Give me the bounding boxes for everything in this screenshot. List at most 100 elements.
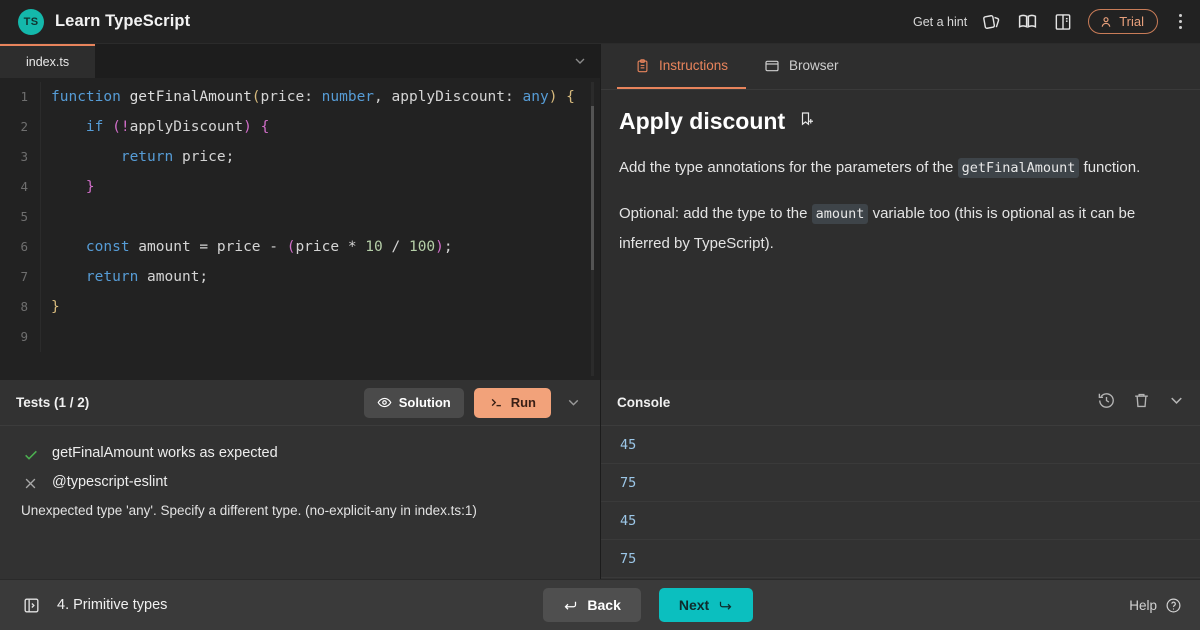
run-button[interactable]: Run [473, 387, 551, 418]
cards-icon[interactable] [982, 12, 1002, 32]
code-line-row: 2 if (!applyDiscount) { [0, 112, 600, 142]
code-line-row: 8} [0, 292, 600, 322]
line-number: 4 [20, 179, 28, 194]
brand[interactable]: TS Learn TypeScript [18, 8, 191, 35]
help-label: Help [1129, 597, 1157, 613]
typescript-logo-icon: TS [18, 8, 44, 35]
code-editor-pane: index.ts 1 function getFinalAmount(price:… [0, 44, 600, 380]
help-circle-icon [1166, 598, 1181, 612]
back-button[interactable]: Back [543, 588, 641, 622]
bookmark-add-icon[interactable] [798, 110, 816, 133]
app-title: Learn TypeScript [55, 12, 191, 30]
code-lines[interactable]: 1 function getFinalAmount(price: number, … [0, 78, 600, 380]
console-log-row: 45 [601, 502, 1200, 540]
code-line-content[interactable]: return price; [40, 142, 600, 172]
tab-instructions[interactable]: Instructions [617, 44, 747, 89]
console-output[interactable]: 45 75 45 75 [601, 426, 1200, 579]
console-title: Console [617, 395, 671, 410]
console-header: Console [601, 380, 1200, 426]
instruction-paragraph: Optional: add the type to the amount var… [619, 199, 1180, 259]
editor-collapse-chevron-down-icon[interactable] [560, 44, 600, 78]
top-bar-actions: Get a hint Trial [913, 9, 1188, 34]
bottom-bar: 4. Primitive types Back Next Help [0, 579, 1200, 630]
line-number: 1 [20, 89, 28, 104]
person-icon [1101, 16, 1111, 27]
paragraph-text: function. [1079, 159, 1141, 176]
tests-collapse-chevron-down-icon[interactable] [561, 394, 586, 411]
lesson-title: 4. Primitive types [57, 597, 168, 613]
tests-actions: Solution Run [363, 387, 586, 418]
book-icon[interactable] [1017, 11, 1038, 32]
code-line-content[interactable]: function getFinalAmount(price: number, a… [40, 82, 600, 112]
app-root: TS Learn TypeScript Get a hint Trial ind… [0, 0, 1200, 630]
help-button[interactable]: Help [1129, 597, 1182, 614]
editor-tab-index-ts[interactable]: index.ts [0, 44, 96, 78]
left-column: index.ts 1 function getFinalAmount(price:… [0, 44, 600, 579]
run-label: Run [510, 395, 536, 410]
line-number: 5 [20, 209, 28, 224]
code-line-row: 4 } [0, 172, 600, 202]
test-result-item: @typescript-eslint Unexpected type 'any'.… [0, 465, 600, 518]
code-line-content[interactable]: if (!applyDiscount) { [40, 112, 600, 142]
get-a-hint-button[interactable]: Get a hint [913, 15, 967, 29]
instructions-title-row: Apply discount [619, 108, 1180, 135]
code-line-row: 1 function getFinalAmount(price: number, … [0, 82, 600, 112]
editor-tab-label: index.ts [26, 55, 70, 69]
tab-browser[interactable]: Browser [746, 44, 857, 89]
console-log-row: 75 [601, 464, 1200, 502]
clear-console-trash-icon[interactable] [1132, 391, 1151, 415]
terminal-icon [491, 398, 501, 407]
code-line-content[interactable]: } [40, 292, 600, 322]
code-line-content[interactable]: const amount = price - (price * 10 / 100… [40, 232, 600, 262]
tab-instructions-label: Instructions [659, 58, 729, 73]
line-number: 8 [20, 299, 28, 314]
solution-label: Solution [398, 395, 451, 410]
editor-tabbar: index.ts [0, 44, 600, 78]
code-line-content[interactable] [40, 202, 600, 232]
code-line-content[interactable]: return amount; [40, 262, 600, 292]
next-button[interactable]: Next [658, 588, 754, 622]
console-collapse-chevron-down-icon[interactable] [1167, 391, 1186, 415]
clipboard-icon [637, 58, 648, 72]
code-line-row: 3 return price; [0, 142, 600, 172]
console-log-row: 45 [601, 426, 1200, 464]
tab-browser-label: Browser [789, 58, 839, 73]
solution-button[interactable]: Solution [363, 387, 464, 418]
browser-window-icon [765, 60, 779, 71]
editor-scrollbar[interactable] [591, 82, 594, 376]
page-title: Apply discount [619, 108, 786, 134]
trial-badge[interactable]: Trial [1088, 9, 1158, 34]
code-line-row: 5 [0, 202, 600, 232]
code-line-content[interactable] [40, 322, 600, 352]
sidebar-toggle-icon[interactable] [14, 596, 49, 615]
tests-pane: Tests (1 / 2) Solution Run getFinalAmoun… [0, 380, 600, 579]
code-line-row: 6 const amount = price - (price * 10 / 1… [0, 232, 600, 262]
tests-title: Tests (1 / 2) [16, 395, 90, 410]
line-number: 7 [20, 269, 28, 284]
console-log-row: 75 [601, 540, 1200, 578]
bottom-nav-buttons: Back Next [543, 588, 754, 622]
code-line-content[interactable]: } [40, 172, 600, 202]
test-label: getFinalAmount works as expected [52, 445, 278, 461]
trial-label: Trial [1119, 14, 1144, 29]
test-message: Unexpected type 'any'. Specify a differe… [21, 503, 477, 518]
line-number: 3 [20, 149, 28, 164]
test-label: @typescript-eslint [52, 474, 168, 490]
paragraph-text: Optional: add the type to the [619, 205, 812, 222]
inline-code: getFinalAmount [957, 158, 1080, 178]
top-bar: TS Learn TypeScript Get a hint Trial [0, 0, 1200, 44]
tests-body: getFinalAmount works as expected @typescr… [0, 426, 600, 579]
close-icon [22, 474, 39, 491]
line-number: 6 [20, 239, 28, 254]
console-pane: Console 45 75 45 75 [601, 380, 1200, 579]
instructions-pane: Instructions Browser Apply discount Add … [601, 44, 1200, 380]
history-icon[interactable] [1097, 391, 1116, 415]
more-options-icon[interactable] [1173, 12, 1188, 31]
instructions-body: Apply discount Add the type annotations … [601, 90, 1200, 380]
arrow-return-left-icon [565, 601, 577, 610]
instructions-tabbar: Instructions Browser [601, 44, 1200, 90]
code-line-row: 9 [0, 322, 600, 352]
book-open-icon[interactable] [1053, 12, 1073, 32]
right-column: Instructions Browser Apply discount Add … [600, 44, 1200, 579]
instruction-paragraph: Add the type annotations for the paramet… [619, 153, 1180, 183]
